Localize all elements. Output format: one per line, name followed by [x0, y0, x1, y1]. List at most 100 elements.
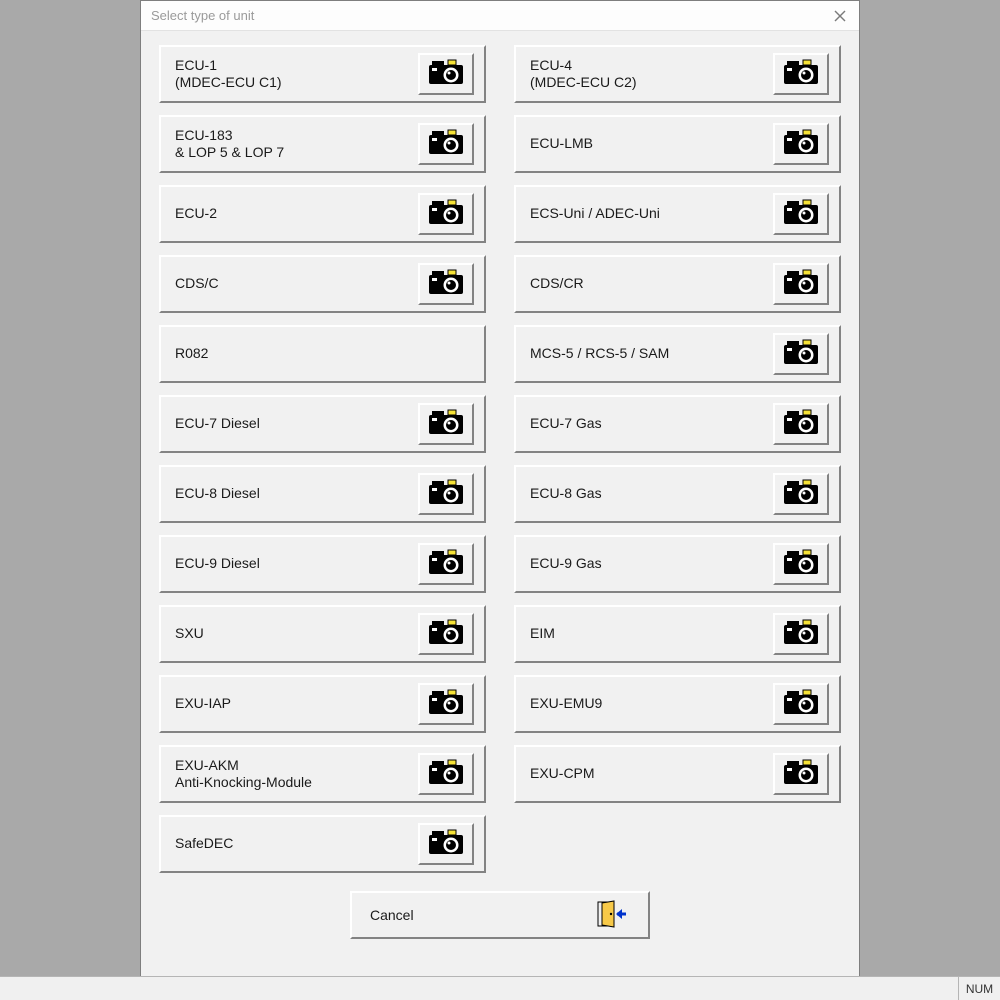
exit-door-icon: [596, 900, 630, 931]
camera-icon: [426, 197, 466, 232]
snapshot-button[interactable]: [418, 543, 474, 585]
unit-button[interactable]: ECU-9 Gas: [514, 535, 841, 593]
unit-label: ECU-183 & LOP 5 & LOP 7: [175, 127, 284, 162]
unit-label: EXU-AKM Anti-Knocking-Module: [175, 757, 312, 792]
status-num: NUM: [958, 977, 1000, 1000]
snapshot-button[interactable]: [773, 753, 829, 795]
snapshot-button[interactable]: [773, 333, 829, 375]
camera-icon: [781, 197, 821, 232]
unit-button[interactable]: CDS/CR: [514, 255, 841, 313]
camera-icon: [426, 477, 466, 512]
unit-button[interactable]: ECU-2: [159, 185, 486, 243]
unit-button[interactable]: ECU-8 Gas: [514, 465, 841, 523]
unit-label: EXU-IAP: [175, 695, 231, 713]
camera-icon: [426, 127, 466, 162]
unit-button[interactable]: R082: [159, 325, 486, 383]
unit-label: ECU-7 Diesel: [175, 415, 260, 433]
unit-button[interactable]: ECU-7 Gas: [514, 395, 841, 453]
unit-label: ECU-2: [175, 205, 217, 223]
snapshot-button[interactable]: [418, 753, 474, 795]
camera-icon: [781, 127, 821, 162]
snapshot-button[interactable]: [773, 473, 829, 515]
unit-label: ECS-Uni / ADEC-Uni: [530, 205, 660, 223]
unit-button[interactable]: SXU: [159, 605, 486, 663]
unit-label: CDS/C: [175, 275, 219, 293]
unit-button[interactable]: ECU-4 (MDEC-ECU C2): [514, 45, 841, 103]
unit-label: EIM: [530, 625, 555, 643]
camera-icon: [781, 547, 821, 582]
unit-label: SafeDEC: [175, 835, 233, 853]
unit-grid: ECU-1 (MDEC-ECU C1) ECU-4 (MDEC-ECU C2) EC…: [159, 45, 841, 873]
unit-button[interactable]: ECU-8 Diesel: [159, 465, 486, 523]
unit-label: MCS-5 / RCS-5 / SAM: [530, 345, 669, 363]
unit-button[interactable]: ECU-183 & LOP 5 & LOP 7: [159, 115, 486, 173]
camera-icon: [426, 757, 466, 792]
snapshot-button[interactable]: [773, 53, 829, 95]
snapshot-button[interactable]: [773, 543, 829, 585]
unit-button[interactable]: EIM: [514, 605, 841, 663]
snapshot-button[interactable]: [773, 613, 829, 655]
unit-label: ECU-9 Gas: [530, 555, 602, 573]
unit-button[interactable]: ECU-LMB: [514, 115, 841, 173]
snapshot-button[interactable]: [418, 193, 474, 235]
snapshot-button[interactable]: [418, 823, 474, 865]
camera-icon: [426, 547, 466, 582]
snapshot-button[interactable]: [773, 193, 829, 235]
select-unit-dialog: Select type of unit ECU-1 (MDEC-ECU C1)E…: [140, 0, 860, 980]
unit-label: ECU-9 Diesel: [175, 555, 260, 573]
titlebar: Select type of unit: [141, 1, 859, 31]
unit-label: R082: [175, 345, 208, 363]
snapshot-button[interactable]: [773, 683, 829, 725]
camera-icon: [781, 757, 821, 792]
unit-label: ECU-8 Diesel: [175, 485, 260, 503]
snapshot-button[interactable]: [418, 53, 474, 95]
camera-icon: [426, 617, 466, 652]
unit-label: CDS/CR: [530, 275, 584, 293]
dialog-content: ECU-1 (MDEC-ECU C1) ECU-4 (MDEC-ECU C2) EC…: [141, 31, 859, 947]
snapshot-button[interactable]: [418, 403, 474, 445]
cancel-button[interactable]: Cancel: [350, 891, 650, 939]
unit-label: ECU-4 (MDEC-ECU C2): [530, 57, 637, 92]
unit-button[interactable]: EXU-AKM Anti-Knocking-Module: [159, 745, 486, 803]
camera-icon: [426, 827, 466, 862]
snapshot-button[interactable]: [418, 683, 474, 725]
unit-label: ECU-8 Gas: [530, 485, 602, 503]
snapshot-button[interactable]: [773, 403, 829, 445]
cancel-label: Cancel: [370, 907, 414, 923]
camera-icon: [781, 687, 821, 722]
unit-button[interactable]: EXU-IAP: [159, 675, 486, 733]
close-icon: [834, 10, 846, 22]
dialog-title: Select type of unit: [151, 8, 254, 23]
snapshot-button[interactable]: [418, 263, 474, 305]
camera-icon: [426, 407, 466, 442]
unit-button[interactable]: CDS/C: [159, 255, 486, 313]
close-button[interactable]: [831, 7, 849, 25]
unit-label: ECU-1 (MDEC-ECU C1): [175, 57, 282, 92]
camera-icon: [781, 477, 821, 512]
status-bar: NUM: [0, 976, 1000, 1000]
snapshot-button[interactable]: [418, 123, 474, 165]
camera-icon: [781, 617, 821, 652]
unit-button[interactable]: ECS-Uni / ADEC-Uni: [514, 185, 841, 243]
camera-icon: [781, 337, 821, 372]
snapshot-button[interactable]: [418, 613, 474, 655]
camera-icon: [781, 57, 821, 92]
unit-label: ECU-LMB: [530, 135, 593, 153]
unit-button[interactable]: ECU-7 Diesel: [159, 395, 486, 453]
camera-icon: [426, 267, 466, 302]
unit-button[interactable]: MCS-5 / RCS-5 / SAM: [514, 325, 841, 383]
unit-button[interactable]: EXU-CPM: [514, 745, 841, 803]
camera-icon: [781, 407, 821, 442]
camera-icon: [781, 267, 821, 302]
unit-label: ECU-7 Gas: [530, 415, 602, 433]
snapshot-button[interactable]: [418, 473, 474, 515]
unit-label: EXU-EMU9: [530, 695, 602, 713]
camera-icon: [426, 57, 466, 92]
snapshot-button[interactable]: [773, 123, 829, 165]
unit-button[interactable]: EXU-EMU9: [514, 675, 841, 733]
unit-label: EXU-CPM: [530, 765, 595, 783]
unit-button[interactable]: SafeDEC: [159, 815, 486, 873]
unit-button[interactable]: ECU-1 (MDEC-ECU C1): [159, 45, 486, 103]
snapshot-button[interactable]: [773, 263, 829, 305]
unit-button[interactable]: ECU-9 Diesel: [159, 535, 486, 593]
